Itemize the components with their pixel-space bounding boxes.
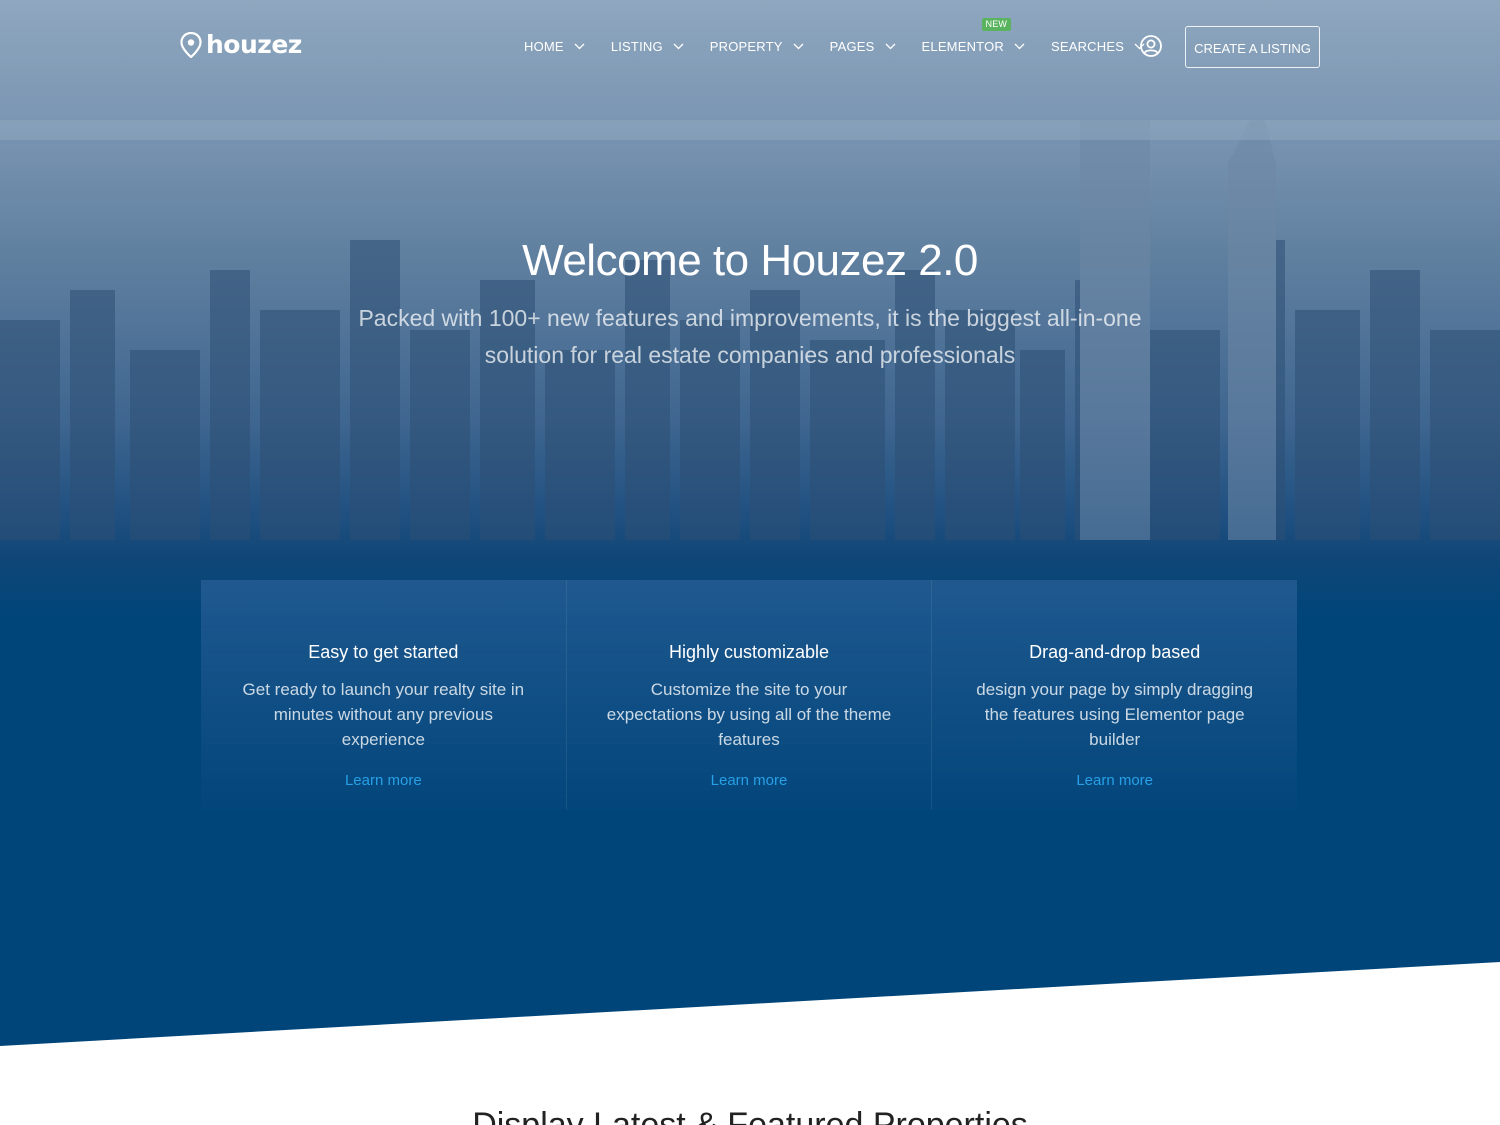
nav-item-label: HOME — [524, 38, 564, 54]
nav-item-searches[interactable]: SEARCHES — [1051, 38, 1145, 54]
user-account-icon[interactable] — [1139, 34, 1163, 58]
feature-card-text: Get ready to launch your realty site in … — [242, 680, 525, 749]
feature-card-title: Highly customizable — [668, 642, 830, 662]
chevron-down-icon — [574, 43, 585, 49]
feature-card-title: Easy to get started — [308, 642, 459, 662]
location-pin-icon — [180, 31, 202, 58]
nav-item-label: ELEMENTOR — [921, 38, 1004, 54]
feature-card: Highly customizable Customize the site t… — [566, 580, 933, 810]
nav-item-label: PAGES — [829, 38, 875, 54]
nav-item-elementor[interactable]: NEW ELEMENTOR — [921, 18, 1025, 54]
feature-card: Easy to get started Get ready to launch … — [201, 580, 567, 810]
feature-card-text: design your page by simply dragging the … — [976, 680, 1254, 749]
feature-card-text: Customize the site to your expectations … — [606, 680, 892, 749]
nav-item-label: PROPERTY — [709, 38, 783, 54]
hero-title: Welcome to Houzez 2.0 — [522, 236, 978, 285]
nav-item-home[interactable]: HOME — [524, 38, 585, 54]
chevron-down-icon — [793, 43, 804, 49]
create-listing-button[interactable]: CREATE A LISTING — [1185, 26, 1320, 68]
logo[interactable]: houzez — [180, 30, 302, 59]
nav-item-property[interactable]: PROPERTY — [710, 38, 804, 54]
learn-more-link[interactable]: Learn more — [711, 772, 788, 789]
site-header: houzez HOME LISTING PROPERTY PAGES NEW E… — [0, 0, 1500, 92]
nav-item-label: LISTING — [610, 38, 663, 54]
learn-more-link[interactable]: Learn more — [345, 772, 422, 789]
page: houzez HOME LISTING PROPERTY PAGES NEW E… — [0, 0, 1500, 1125]
chevron-down-icon — [885, 43, 895, 49]
nav-item-label: SEARCHES — [1050, 38, 1125, 54]
nav-item-listing[interactable]: LISTING — [611, 38, 684, 54]
feature-card: Drag-and-drop based design your page by … — [932, 580, 1298, 810]
nav-item-pages[interactable]: PAGES — [830, 38, 896, 54]
logo-text: houzez — [206, 30, 302, 59]
chevron-down-icon — [673, 43, 684, 49]
hero-background — [0, 0, 1500, 1046]
section-title: Display Latest & Featured Properties — [472, 1106, 1028, 1125]
feature-card-title: Drag-and-drop based — [1029, 642, 1201, 662]
hero-subtitle: Packed with 100+ new features and improv… — [358, 305, 1142, 368]
learn-more-link[interactable]: Learn more — [1076, 772, 1153, 789]
chevron-down-icon — [1014, 43, 1025, 49]
main-nav: HOME LISTING PROPERTY PAGES NEW ELEMENTO… — [524, 18, 1171, 54]
feature-cards: Easy to get started Get ready to launch … — [201, 580, 1298, 810]
new-badge: NEW — [981, 18, 1012, 31]
